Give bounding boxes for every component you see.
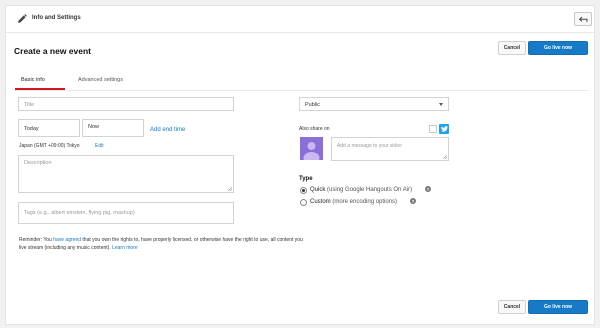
avatar [300,137,323,160]
radio-custom[interactable] [300,199,307,206]
timezone-edit-link[interactable]: Edit [95,143,104,149]
resize-handle-icon [228,187,232,191]
page-title: Create a new event [14,46,92,56]
timezone-label: Japan (GMT +09:00) Tokyo [19,143,80,149]
cancel-button[interactable]: Cancel [498,41,526,55]
privacy-selected-value: Public [305,102,320,108]
back-arrow-icon [578,16,588,22]
description-placeholder: Description [24,160,52,166]
back-button[interactable] [574,12,592,26]
twitter-share-checkbox[interactable] [429,125,437,133]
tab-basic-info[interactable]: Basic info [21,77,45,83]
dropdown-arrow-icon [439,103,443,106]
date-input[interactable]: Today [18,119,80,137]
add-end-time-link[interactable]: Add end time [150,127,185,133]
default-avatar-icon [303,142,320,160]
help-icon[interactable]: ? [410,198,416,204]
description-field[interactable]: Description [18,155,234,193]
have-agreed-link[interactable]: have agreed [53,237,81,243]
share-message-placeholder: Add a message to your video [337,143,402,149]
tab-advanced-settings[interactable]: Advanced settings [78,77,123,83]
resize-handle-icon [443,155,447,159]
share-label: Also share on [299,126,330,132]
privacy-select[interactable]: Public [299,97,449,111]
time-input[interactable]: Now [82,119,144,137]
twitter-icon [439,124,449,134]
type-heading: Type [299,176,313,182]
title-input[interactable]: Title [18,97,234,111]
footer-go-live-button[interactable]: Go live now [528,300,588,314]
tags-input[interactable]: Tags (e.g., albert einstein, flying pig,… [18,202,234,224]
go-live-button[interactable]: Go live now [528,41,588,55]
share-message-input[interactable]: Add a message to your video [331,137,449,161]
radio-quick[interactable] [300,187,307,194]
help-icon[interactable]: ? [425,186,431,192]
learn-more-link[interactable]: Learn more [112,245,138,251]
tabs-divider [14,90,588,91]
top-bar: Info and Settings [6,6,594,33]
event-card: Info and Settings Create a new event Can… [5,5,595,325]
topbar-title: Info and Settings [32,15,81,21]
reminder-text: Reminder: You have agreed that you own t… [19,237,303,251]
radio-quick-label[interactable]: Quick (using Google Hangouts On Air) [310,187,412,193]
pencil-icon [18,14,27,23]
footer-cancel-button[interactable]: Cancel [498,300,526,314]
radio-custom-label[interactable]: Custom (more encoding options) [310,199,397,205]
